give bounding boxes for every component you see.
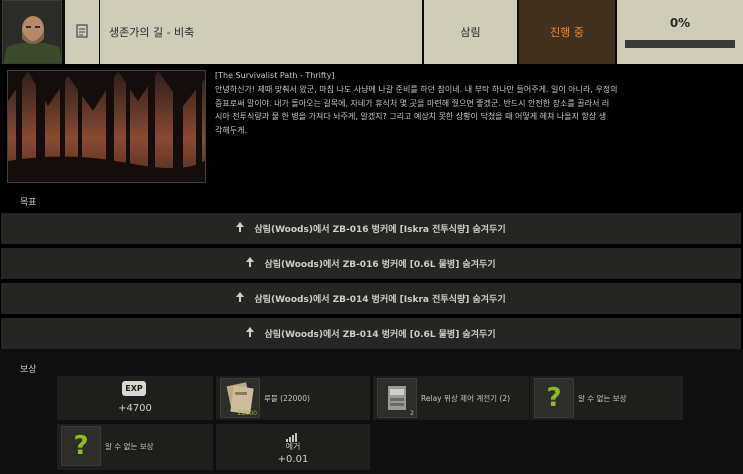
arrow-up-icon (236, 292, 245, 305)
exp-icon: EXP (122, 381, 146, 396)
quest-description-title: [The Survivalist Path - Thrifty] (215, 71, 335, 80)
objective-text: 삼림(Woods)에서 ZB-014 벙커에 [Iskra 전투식량] 숨겨두기 (254, 295, 506, 305)
objective-row[interactable]: 삼림(Woods)에서 ZB-014 벙커에 [Iskra 전투식량] 숨겨두기 (1, 283, 741, 314)
quest-type-icon (76, 23, 88, 42)
quest-location: 삼림 (424, 0, 517, 64)
relay-icon: 2 (377, 378, 417, 418)
exp-value: +4700 (118, 403, 152, 414)
question-mark-icon: ? (61, 426, 101, 466)
relay-label: Relay 위상 제어 계전기 (2) (421, 393, 511, 403)
question-mark-glyph: ? (546, 383, 562, 413)
relay-count: 2 (410, 410, 414, 417)
objective-text: 삼림(Woods)에서 ZB-016 벙커에 [0.6L 물병] 숨겨두기 (264, 260, 496, 270)
roubles-icon: 22000 (220, 378, 260, 418)
arrow-up-icon (246, 257, 255, 270)
reward-exp[interactable]: EXP +4700 (57, 376, 213, 420)
arrow-up-icon (246, 327, 255, 340)
unknown-reward-label: 알 수 없는 보상 (578, 393, 627, 403)
trader-portrait-icon (2, 0, 62, 64)
quest-title: 생존가의 길 - 비축 (100, 0, 422, 64)
roubles-label: 루블 (22000) (264, 393, 310, 403)
objective-text: 삼림(Woods)에서 ZB-014 벙커에 [0.6L 물병] 숨겨두기 (264, 330, 496, 340)
rewards-heading: 보상 (20, 365, 37, 375)
objective-row[interactable]: 삼림(Woods)에서 ZB-014 벙커에 [0.6L 물병] 숨겨두기 (1, 318, 741, 349)
objective-row[interactable]: 삼림(Woods)에서 ZB-016 벙커에 [Iskra 전투식량] 숨겨두기 (1, 213, 741, 244)
unknown-reward-label: 알 수 없는 보상 (105, 441, 154, 451)
reputation-value: +0.01 (277, 454, 309, 465)
roubles-count: 22000 (237, 410, 257, 417)
question-mark-icon: ? (534, 378, 574, 418)
progress-bar (625, 40, 735, 48)
reward-unknown[interactable]: ? 알 수 없는 보상 (57, 424, 213, 470)
objective-row[interactable]: 삼림(Woods)에서 ZB-016 벙커에 [0.6L 물병] 숨겨두기 (1, 248, 741, 279)
quest-status-badge: 진행 중 (519, 0, 615, 64)
arrow-up-icon (236, 222, 245, 235)
quest-progress: 0% (617, 0, 743, 64)
objectives-heading: 목표 (20, 198, 37, 208)
quest-description: 안녕하신가! 제때 맞춰서 왔군, 마침 나도 사냥에 나갈 준비를 하던 참이… (215, 83, 735, 137)
reward-roubles[interactable]: 22000 루블 (22000) (216, 376, 370, 420)
quest-image (7, 70, 206, 183)
description-line: 안녕하신가! 제때 맞춰서 왔군, 마침 나도 사냥에 나갈 준비를 하던 참이… (215, 85, 618, 94)
reward-relay[interactable]: 2 Relay 위상 제어 계전기 (2) (373, 376, 529, 420)
reputation-trader: 예거 (285, 442, 301, 451)
description-line: 증표로써 말이야. 내가 돌아오는 길목에, 자네가 휴식처 몇 곳을 마련해 … (215, 98, 610, 108)
description-line: 시아 전투식량과 물 한 병을 가져다 놔주게, 알겠지? 그리고 예상치 못한… (215, 112, 607, 121)
progress-percent: 0% (669, 16, 691, 30)
description-line: 각해두게. (215, 125, 247, 135)
quest-type-cell (65, 0, 99, 64)
reward-reputation[interactable]: 예거 +0.01 (216, 424, 370, 470)
question-mark-glyph: ? (73, 431, 89, 461)
quest-header: 생존가의 길 - 비축 삼림 진행 중 0% (0, 0, 743, 64)
reward-unknown[interactable]: ? 알 수 없는 보상 (530, 376, 683, 420)
objective-text: 삼림(Woods)에서 ZB-016 벙커에 [Iskra 전투식량] 숨겨두기 (254, 225, 506, 235)
